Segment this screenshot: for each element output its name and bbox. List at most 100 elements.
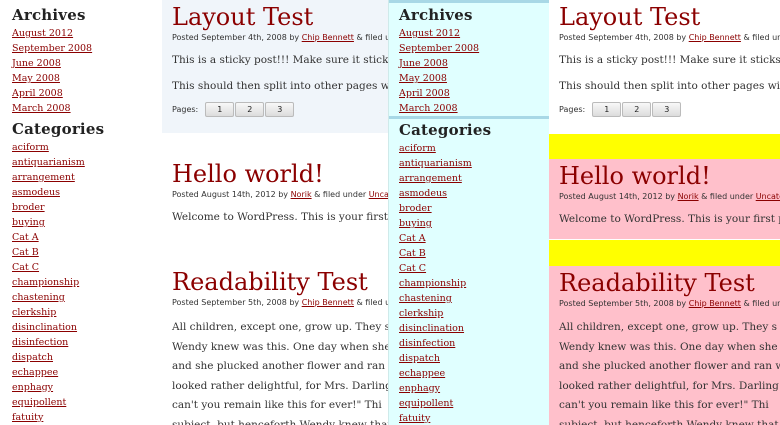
post-body: This is a sticky post!!! Make sure it st… [172,51,388,96]
post-title-link[interactable]: Readability Test [172,267,388,297]
archive-link[interactable]: April 2008 [399,88,450,99]
post-meta-filed: & filed under [356,33,388,42]
post-body: All children, except one, grow up. They … [172,318,388,425]
category-link[interactable]: enphagy [399,383,440,394]
post-meta-filed: & filed under [743,299,780,308]
archive-link[interactable]: May 2008 [12,73,60,84]
category-link[interactable]: dispatch [12,352,53,363]
archive-link[interactable]: August 2012 [12,28,73,39]
category-link[interactable]: broder [12,202,45,213]
left-sidebar: Archives August 2012 September 2008 June… [0,0,162,425]
post-line: All children, except one, grow up. They … [172,321,388,333]
post-paragraph: Welcome to WordPress. This is your first… [559,213,780,225]
archive-link[interactable]: September 2008 [12,43,92,54]
post-meta-date: Posted September 4th, 2008 by [172,33,302,42]
category-link[interactable]: equipollent [399,398,453,409]
category-link[interactable]: disinfection [12,337,68,348]
category-link[interactable]: clerkship [12,307,56,318]
pages-label: Pages: [172,105,199,114]
author-link[interactable]: Norik [291,190,312,199]
category-link[interactable]: enphagy [12,382,53,393]
author-link[interactable]: Chip Bennett [302,33,354,42]
category-link[interactable]: championship [399,278,466,289]
category-link[interactable]: antiquarianism [12,157,85,168]
post-body: All children, except one, grow up. They … [559,318,780,425]
category-link[interactable]: broder [399,203,432,214]
archive-link[interactable]: March 2008 [399,103,458,114]
post-line: Wendy knew was this. One day when she [172,340,388,353]
post-paragraph: This should then split into other pages … [172,79,388,92]
category-link[interactable]: aciform [12,142,49,153]
category-link[interactable]: fatuity [399,413,430,424]
category-link[interactable]: championship [12,277,79,288]
category-link[interactable]: buying [12,217,45,228]
category-link[interactable]: Uncate [756,192,780,201]
category-link[interactable]: Cat B [399,248,426,259]
category-link[interactable]: antiquarianism [399,158,472,169]
category-link[interactable]: Cat B [12,247,39,258]
category-link[interactable]: arrangement [399,173,462,184]
category-link[interactable]: chastening [12,292,65,303]
post-title-link[interactable]: Hello world! [559,161,780,191]
archive-link[interactable]: August 2012 [399,28,460,39]
category-link[interactable]: aciform [399,143,436,154]
page-button-1[interactable]: 1 [205,102,235,117]
post-meta: Posted September 5th, 2008 by Chip Benne… [172,297,388,308]
category-link[interactable]: Cat A [12,232,39,243]
author-link[interactable]: Chip Bennett [302,298,354,307]
post-meta: Posted August 14th, 2012 by Norik & file… [172,189,388,200]
category-link[interactable]: equipollent [12,397,66,408]
post-meta-filed: & filed under [356,298,388,307]
category-link[interactable]: echappee [12,367,58,378]
category-link[interactable]: buying [399,218,432,229]
category-link[interactable]: echappee [399,368,445,379]
category-link[interactable]: Cat A [399,233,426,244]
pages-label: Pages: [559,105,586,114]
archives-list: August 2012 September 2008 June 2008 May… [399,26,549,116]
category-link[interactable]: Uncate [369,190,388,199]
post-title-link[interactable]: Layout Test [172,2,388,32]
page-button-3[interactable]: 3 [652,102,682,117]
post-title-link[interactable]: Readability Test [559,268,780,298]
post-title-link[interactable]: Layout Test [559,2,780,32]
post-meta: Posted September 5th, 2008 by Chip Benne… [559,298,780,309]
page-button-2[interactable]: 2 [622,102,652,117]
post-line: looked rather delightful, for Mrs. Darli… [172,379,388,392]
right-sidebar: Archives August 2012 September 2008 June… [388,0,549,425]
author-link[interactable]: Chip Bennett [689,33,741,42]
page-button-2[interactable]: 2 [235,102,265,117]
category-link[interactable]: Cat C [12,262,39,273]
post-meta-date: Posted August 14th, 2012 by [172,190,291,199]
category-link[interactable]: fatuity [12,412,43,423]
category-link[interactable]: asmodeus [399,188,447,199]
category-link[interactable]: chastening [399,293,452,304]
category-link[interactable]: disinclination [12,322,77,333]
categories-widget: Categories aciform antiquarianism arrang… [0,120,162,425]
post-line: subject, but henceforth Wendy knew that [172,418,388,425]
page-button-1[interactable]: 1 [592,102,622,117]
post-readability-test: Readability Test Posted September 5th, 2… [549,266,780,425]
archive-link[interactable]: September 2008 [399,43,479,54]
archive-link[interactable]: April 2008 [12,88,63,99]
post-title-link[interactable]: Hello world! [172,159,388,189]
archive-link[interactable]: March 2008 [12,103,71,114]
category-link[interactable]: arrangement [12,172,75,183]
category-link[interactable]: clerkship [399,308,443,319]
post-meta-filed: & filed under [743,33,780,42]
archive-link[interactable]: May 2008 [399,73,447,84]
page-button-3[interactable]: 3 [265,102,295,117]
right-content-column: Layout Test Posted September 4th, 2008 b… [549,0,780,425]
category-link[interactable]: disinfection [399,338,455,349]
category-link[interactable]: asmodeus [12,187,60,198]
archive-link[interactable]: June 2008 [12,58,61,69]
category-link[interactable]: Cat C [399,263,426,274]
archives-widget: Archives August 2012 September 2008 June… [0,0,162,116]
post-body: This is a sticky post!!! Make sure it st… [559,51,780,96]
category-link[interactable]: dispatch [399,353,440,364]
author-link[interactable]: Chip Bennett [689,299,741,308]
author-link[interactable]: Norik [678,192,699,201]
post-paragraph: Welcome to WordPress. This is your first… [172,211,388,223]
archive-link[interactable]: June 2008 [399,58,448,69]
archives-widget: Archives August 2012 September 2008 June… [389,0,549,116]
category-link[interactable]: disinclination [399,323,464,334]
